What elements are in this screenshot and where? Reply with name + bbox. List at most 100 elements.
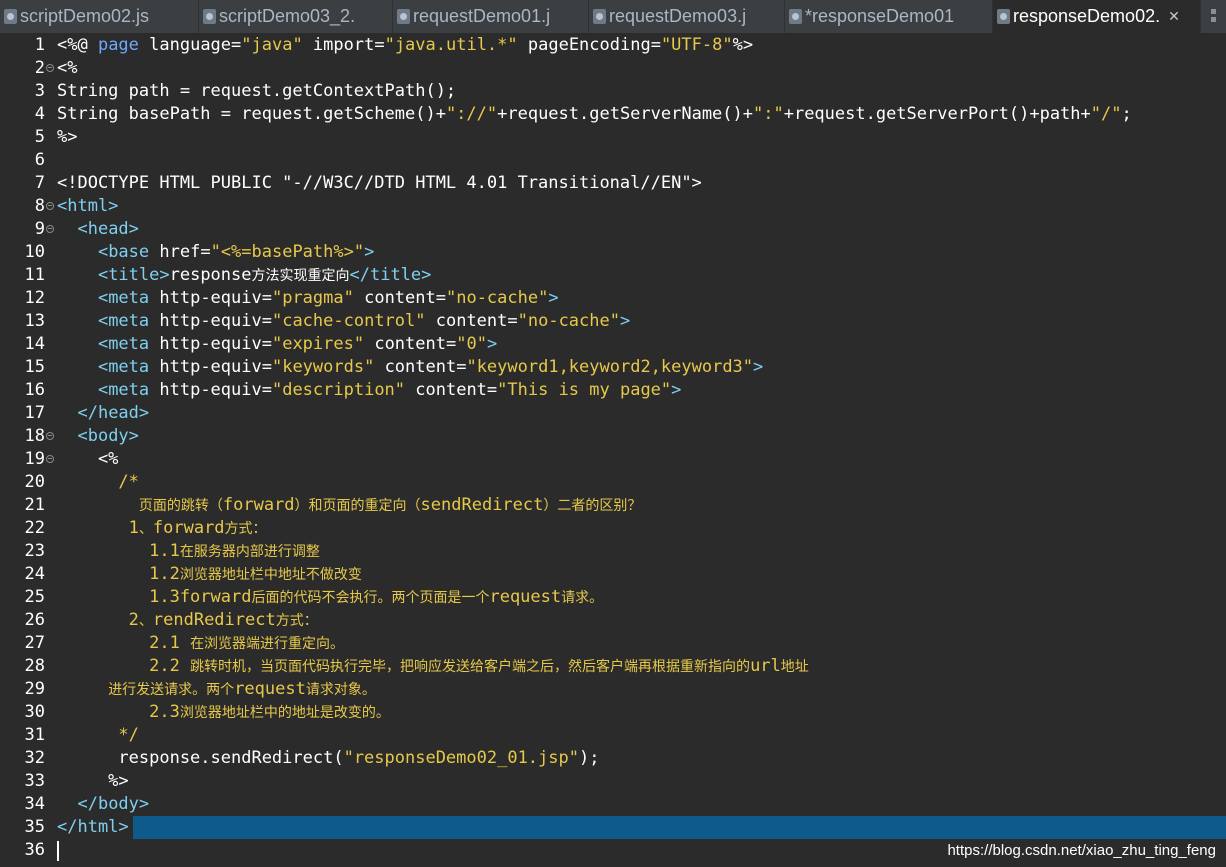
line-number: 2: [34, 58, 45, 78]
code-line[interactable]: 28 2.2 跳转时机，当页面代码执行完毕，把响应发送给客户端之后，然后客户端再…: [0, 655, 1226, 678]
code-editor[interactable]: 1 <%@ page language="java" import="java.u…: [0, 34, 1226, 867]
code-token: >: [364, 242, 375, 262]
code-line[interactable]: 26 2、rendRedirect方式：: [0, 609, 1226, 632]
code-line[interactable]: 33 %>: [0, 770, 1226, 793]
code-line[interactable]: 16 <meta http-equiv="description" conten…: [0, 379, 1226, 402]
code-token: </head>: [77, 403, 150, 423]
code-token: request: [234, 679, 306, 699]
code-line[interactable]: 24 1.2浏览器地址栏中地址不做改变: [0, 563, 1226, 586]
tab-overflow-menu-icon[interactable]: [1206, 6, 1220, 26]
code-text: 1.3forward后面的代码不会执行。两个页面是一个request请求。: [57, 586, 603, 609]
code-line[interactable]: 15 <meta http-equiv="keywords" content="…: [0, 356, 1226, 379]
editor-tab[interactable]: *responseDemo01: [785, 0, 993, 33]
code-line[interactable]: 23 1.1在服务器内部进行调整: [0, 540, 1226, 563]
fold-toggle-icon[interactable]: [46, 432, 54, 440]
code-token: href=: [149, 242, 211, 262]
editor-tab[interactable]: requestDemo01.j: [393, 0, 589, 33]
code-line[interactable]: 18 <body>: [0, 425, 1226, 448]
code-line[interactable]: 7 <!DOCTYPE HTML PUBLIC "-//W3C//DTD HTML…: [0, 172, 1226, 195]
code-line[interactable]: 35 </html>: [0, 816, 1226, 839]
code-line[interactable]: 11 <title>response方法实现重定向</title>: [0, 264, 1226, 287]
code-line[interactable]: 25 1.3forward后面的代码不会执行。两个页面是一个request请求。: [0, 586, 1226, 609]
code-line[interactable]: 30 2.3浏览器地址栏中的地址是改变的。: [0, 701, 1226, 724]
code-line[interactable]: 17 </head>: [0, 402, 1226, 425]
code-line[interactable]: 22 1、forward方式：: [0, 517, 1226, 540]
editor-tab[interactable]: scriptDemo02.js: [0, 0, 199, 33]
code-line[interactable]: 8 <html>: [0, 195, 1226, 218]
line-number: 4: [34, 104, 45, 124]
line-number: 7: [34, 173, 45, 193]
code-token: <meta: [97, 357, 150, 377]
code-line[interactable]: 31 */: [0, 724, 1226, 747]
code-token: String path = request.getContextPath();: [57, 81, 457, 101]
code-token: pageEncoding=: [517, 35, 661, 55]
editor-tab-label: *responseDemo01: [805, 6, 955, 26]
line-number: 12: [24, 288, 45, 308]
code-token: http-equiv=: [149, 357, 272, 377]
code-text: <meta http-equiv="keywords" content="key…: [57, 356, 763, 379]
code-line[interactable]: 9 <head>: [0, 218, 1226, 241]
line-number: 18: [24, 426, 45, 446]
editor-tab[interactable]: requestDemo03.j: [589, 0, 785, 33]
code-text: <head>: [57, 218, 139, 241]
code-line[interactable]: 14 <meta http-equiv="expires" content="0…: [0, 333, 1226, 356]
code-token: "no-cache": [445, 288, 549, 308]
code-token: 1.1: [57, 541, 180, 561]
code-token: +request.getServerPort()+path+: [783, 104, 1091, 124]
code-token: "keyword1,keyword2,keyword3": [466, 357, 754, 377]
code-line[interactable]: 3 String path = request.getContextPath();: [0, 80, 1226, 103]
code-line[interactable]: 5 %>: [0, 126, 1226, 149]
code-token: sendRedirect: [420, 495, 544, 515]
code-line[interactable]: 32 response.sendRedirect("responseDemo02…: [0, 747, 1226, 770]
code-token: 在服务器内部进行调整: [179, 544, 320, 560]
code-token: <head>: [77, 219, 139, 239]
jsp-file-icon: [397, 9, 410, 24]
fold-toggle-icon[interactable]: [46, 455, 54, 463]
fold-toggle-icon[interactable]: [46, 225, 54, 233]
fold-toggle-icon[interactable]: [46, 202, 54, 210]
code-token: content=: [364, 334, 457, 354]
code-text: /*: [57, 471, 138, 494]
editor-tab[interactable]: responseDemo02. ✕: [993, 0, 1201, 33]
code-line[interactable]: 4 String basePath = request.getScheme()+"…: [0, 103, 1226, 126]
fold-toggle-icon[interactable]: [46, 64, 54, 72]
code-line[interactable]: 1 <%@ page language="java" import="java.u…: [0, 34, 1226, 57]
code-text: <%@ page language="java" import="java.ut…: [57, 34, 753, 57]
line-number: 36: [24, 840, 45, 860]
code-token: <meta: [97, 334, 150, 354]
line-number: 31: [24, 725, 45, 745]
code-line[interactable]: 10 <base href="<%=basePath%>">: [0, 241, 1226, 264]
code-text: <title>response方法实现重定向</title>: [57, 264, 431, 287]
code-text: String basePath = request.getScheme()+":…: [57, 103, 1132, 126]
code-token: 跳转时机，当页面代码执行完毕，把响应发送给客户端之后，然后客户端再根据重新指向的: [190, 659, 751, 675]
code-line[interactable]: 6: [0, 149, 1226, 172]
code-line[interactable]: 19 <%: [0, 448, 1226, 471]
close-tab-icon[interactable]: ✕: [1168, 8, 1180, 25]
code-line[interactable]: 2 <%: [0, 57, 1226, 80]
code-text: */: [57, 724, 138, 747]
code-token: rendRedirect: [152, 610, 276, 630]
line-number: 28: [24, 656, 45, 676]
code-line[interactable]: 34 </body>: [0, 793, 1226, 816]
code-text: 2.2 跳转时机，当页面代码执行完毕，把响应发送给客户端之后，然后客户端再根据重…: [57, 655, 809, 678]
editor-tab[interactable]: scriptDemo03_2.: [199, 0, 393, 33]
line-number: 23: [24, 541, 45, 561]
code-line[interactable]: 13 <meta http-equiv="cache-control" cont…: [0, 310, 1226, 333]
code-token: 进行发送请求。两个: [108, 682, 235, 698]
code-line[interactable]: 20 /*: [0, 471, 1226, 494]
code-line[interactable]: 29 进行发送请求。两个request请求对象。: [0, 678, 1226, 701]
code-token: %>: [57, 127, 78, 147]
code-token: 2.2: [57, 656, 191, 676]
code-line[interactable]: 12 <meta http-equiv="pragma" content="no…: [0, 287, 1226, 310]
code-token: 请求对象。: [305, 682, 376, 698]
line-number: 1: [34, 35, 45, 55]
code-line[interactable]: 27 2.1 在浏览器端进行重定向。: [0, 632, 1226, 655]
editor-tab-label: scriptDemo03_2.: [219, 6, 356, 26]
code-line[interactable]: 21 页面的跳转（forward）和页面的重定向（sendRedirect）二者…: [0, 494, 1226, 517]
